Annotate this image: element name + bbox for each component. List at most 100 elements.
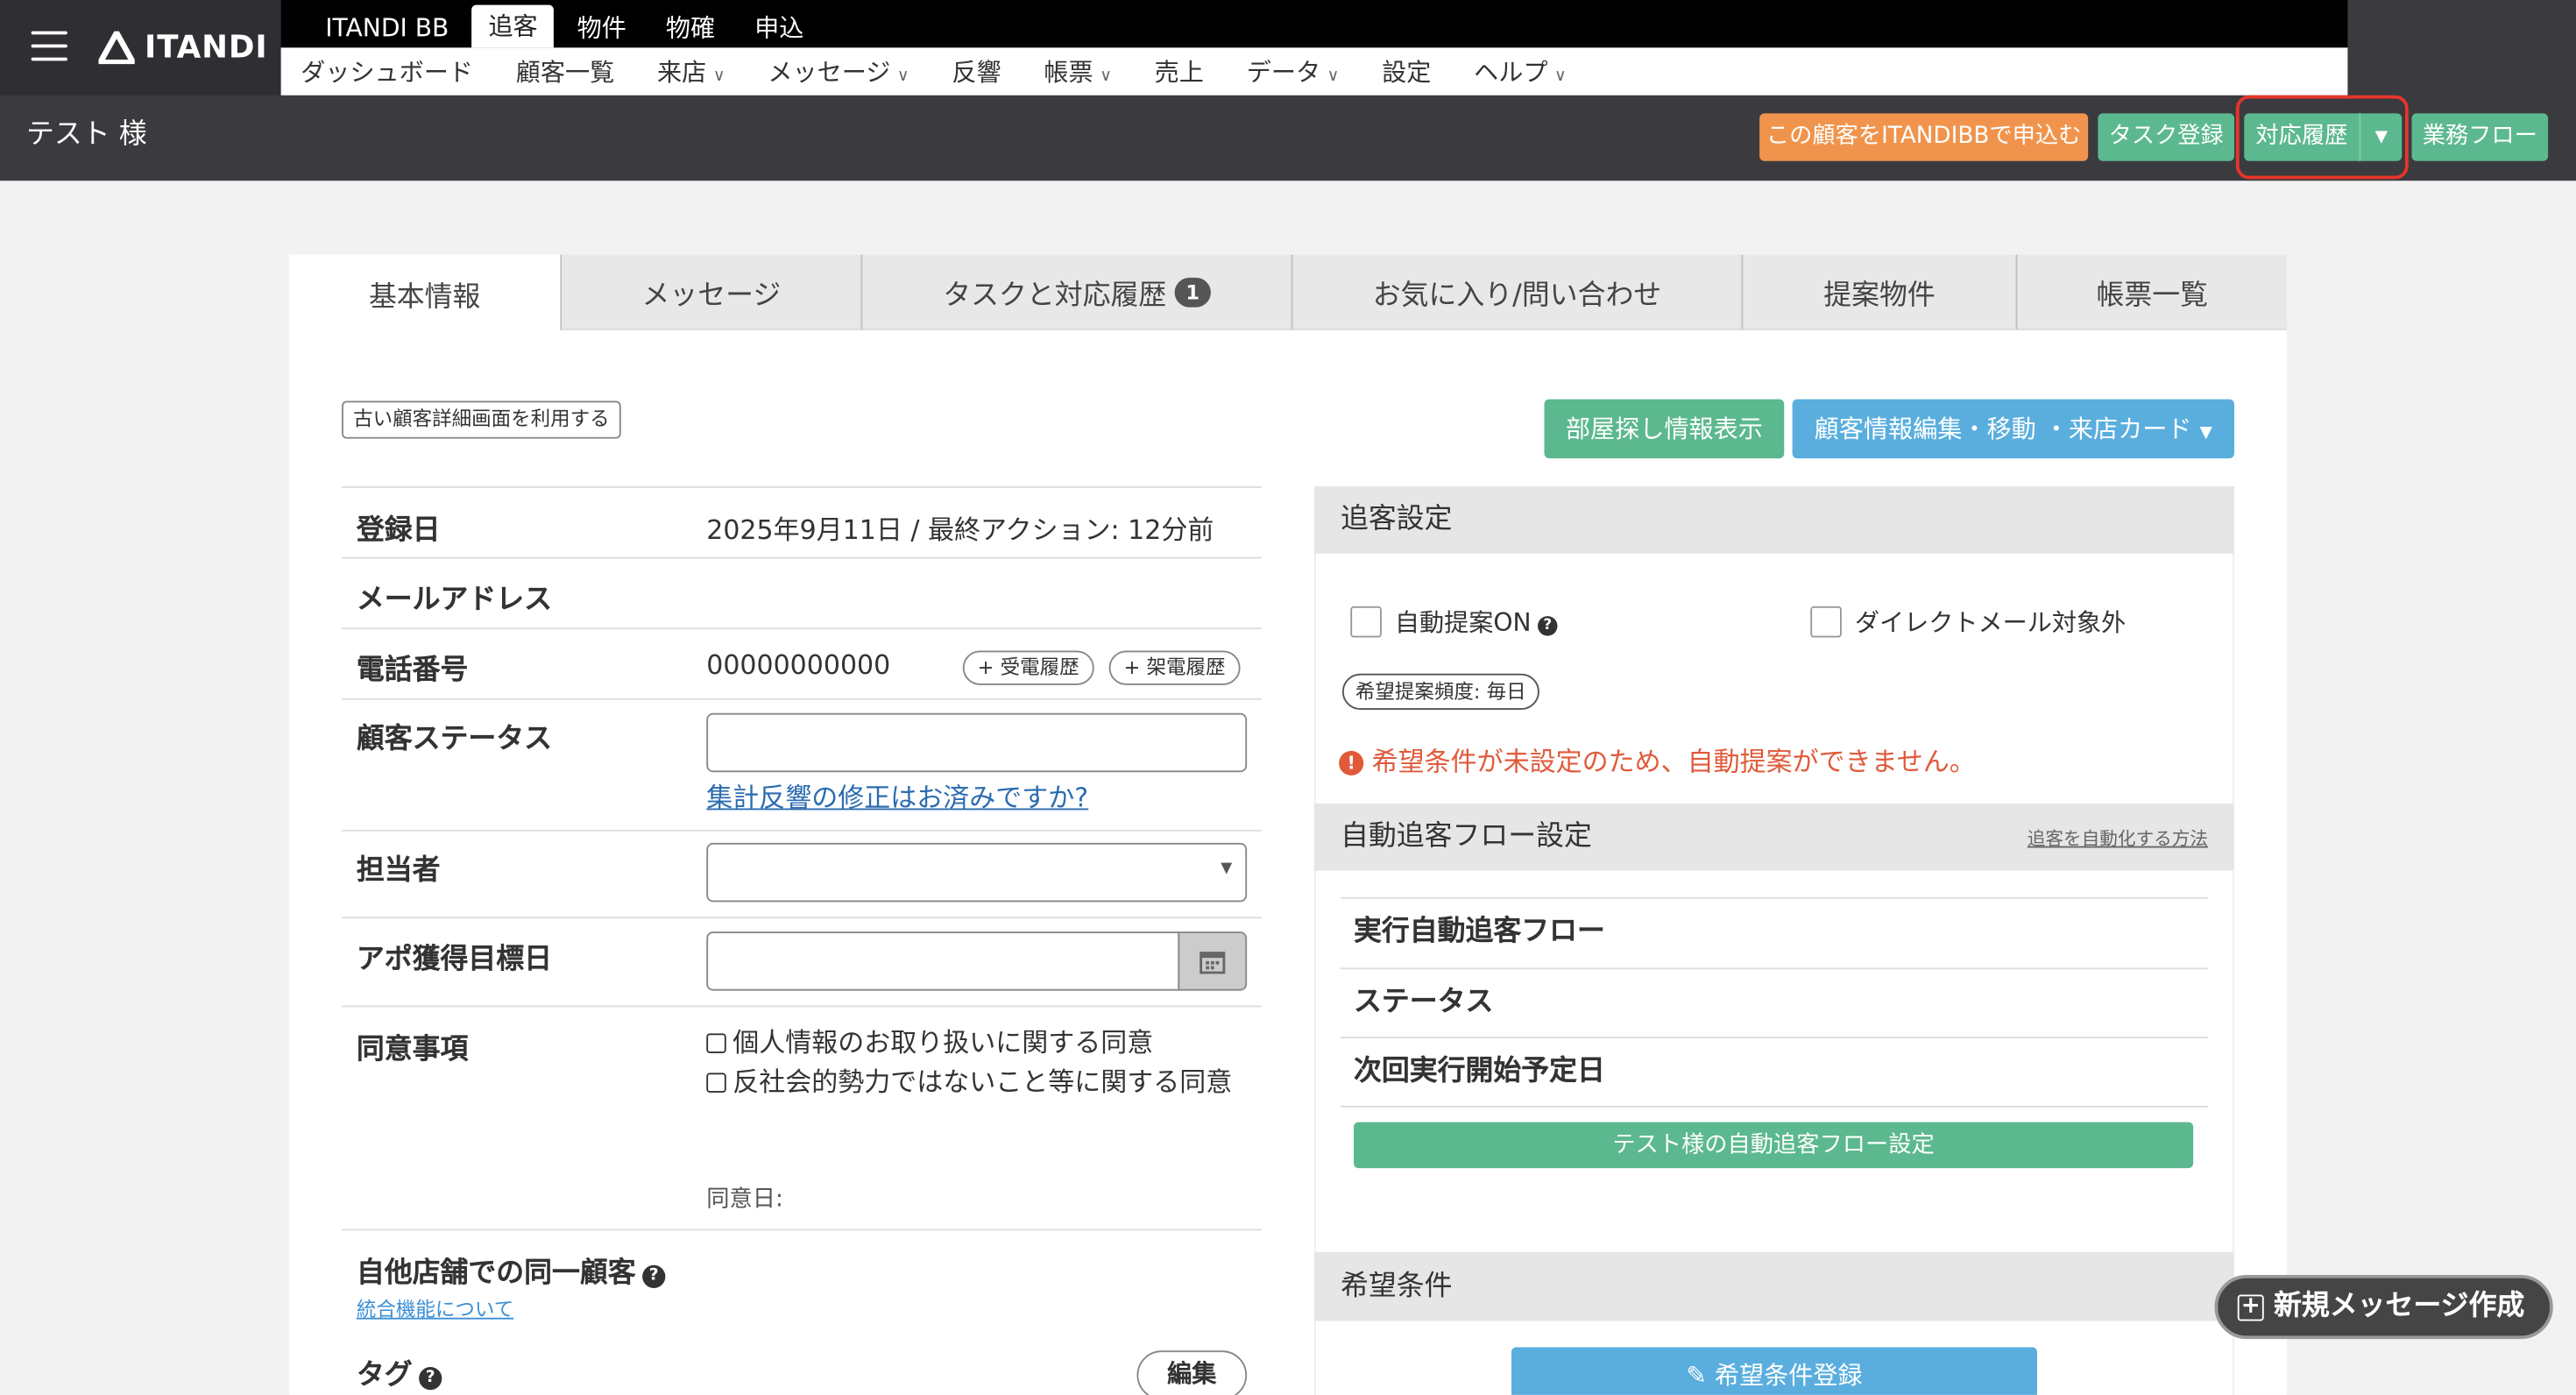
tab-basic-info[interactable]: 基本情報 bbox=[289, 254, 563, 330]
auto-suggest-option[interactable]: 自動提案ON? bbox=[1350, 605, 1558, 639]
room-search-info-button[interactable]: 部屋探し情報表示 bbox=[1544, 399, 1785, 459]
nav-response[interactable]: 反響 bbox=[952, 54, 1001, 89]
tag-row: タグ? 編集 bbox=[342, 1335, 1262, 1395]
consent-options: 個人情報のお取り扱いに関する同意 反社会的勢力ではないこと等に関する同意 bbox=[706, 1023, 1256, 1102]
incoming-call-history-button[interactable]: + 受電履歴 bbox=[962, 650, 1094, 685]
nav-visit[interactable]: 来店 ∨ bbox=[657, 54, 725, 89]
staff-row: 担当者 ▼ bbox=[342, 829, 1262, 917]
tab-tasks-history[interactable]: タスクと対応履歴 1 bbox=[862, 254, 1293, 330]
consent-antisocial[interactable]: 反社会的勢力ではないこと等に関する同意 bbox=[706, 1063, 1256, 1102]
itandi-logo-icon bbox=[98, 31, 135, 65]
apply-itandibb-button[interactable]: この顧客をITANDIBBで申込む bbox=[1759, 113, 2089, 161]
help-icon[interactable]: ? bbox=[642, 1264, 666, 1288]
workflow-button[interactable]: 業務フロー bbox=[2411, 113, 2549, 161]
chevron-down-icon: ∨ bbox=[1327, 67, 1340, 86]
checkbox[interactable] bbox=[706, 1033, 726, 1053]
caret-down-icon: ▼ bbox=[1221, 860, 1233, 878]
status-input[interactable] bbox=[706, 712, 1248, 773]
email-label: メールアドレス bbox=[356, 583, 552, 617]
nav-help[interactable]: ヘルプ ∨ bbox=[1474, 54, 1567, 89]
nav-data[interactable]: データ ∨ bbox=[1247, 54, 1340, 89]
plus-square-icon: + bbox=[2237, 1294, 2264, 1321]
staff-select[interactable]: ▼ bbox=[706, 842, 1248, 903]
tab-label: 帳票一覧 bbox=[2096, 279, 2209, 313]
checkbox[interactable] bbox=[1810, 605, 1842, 638]
register-conditions-button[interactable]: ✎ 希望条件登録 bbox=[1511, 1347, 2037, 1395]
tab-messages[interactable]: メッセージ bbox=[562, 254, 863, 330]
tracking-settings-header: 追客設定 bbox=[1314, 486, 2234, 554]
new-message-button[interactable]: + 新規メッセージ作成 bbox=[2214, 1275, 2553, 1340]
status-label: 顧客ステータス bbox=[356, 723, 552, 756]
merge-function-link[interactable]: 統合機能について bbox=[357, 1295, 513, 1323]
autoflow-title: 自動追客フロー設定 bbox=[1341, 819, 1592, 853]
nav-help-label: ヘルプ bbox=[1474, 57, 1548, 88]
nav-itandi-bb[interactable]: ITANDI BB bbox=[309, 8, 466, 47]
consent-antisocial-label: 反社会的勢力ではないこと等に関する同意 bbox=[732, 1066, 1233, 1098]
consent-label: 同意事項 bbox=[356, 1033, 469, 1066]
appointment-date-input[interactable] bbox=[706, 931, 1180, 991]
old-detail-screen-button[interactable]: 古い顧客詳細画面を利用する bbox=[342, 400, 621, 439]
task-register-button[interactable]: タスク登録 bbox=[2098, 113, 2234, 161]
logo-text: ITANDI bbox=[145, 29, 268, 66]
caret-down-icon: ▼ bbox=[2199, 423, 2212, 443]
hamburger-menu-icon[interactable] bbox=[31, 31, 67, 63]
nav-moushikomi[interactable]: 申込 bbox=[738, 8, 820, 47]
phone-value: 00000000000 bbox=[706, 648, 891, 681]
nav-dashboard[interactable]: ダッシュボード bbox=[301, 54, 473, 89]
nav-tsuikyaku[interactable]: 追客 bbox=[471, 4, 555, 48]
automate-howto-link[interactable]: 追客を自動化する方法 bbox=[2028, 805, 2208, 873]
calendar-icon[interactable] bbox=[1178, 931, 1248, 991]
product-nav: ITANDI BB 追客 物件 物確 申込 bbox=[280, 0, 2348, 48]
nav-response-label: 反響 bbox=[952, 57, 1001, 88]
tag-edit-button[interactable]: 編集 bbox=[1136, 1350, 1248, 1395]
registered-row: 登録日 2025年9月11日 / 最終アクション: 12分前 bbox=[342, 486, 1262, 557]
checkbox[interactable] bbox=[706, 1073, 726, 1093]
tab-label: お気に入り/問い合わせ bbox=[1372, 279, 1662, 313]
consent-date: 同意日: bbox=[706, 1186, 783, 1213]
nav-customer-list[interactable]: 顧客一覧 bbox=[516, 54, 615, 89]
warning-icon: ! bbox=[1339, 750, 1364, 775]
warning-message: ! 希望条件が未設定のため、自動提案ができません。 bbox=[1339, 740, 1976, 779]
direct-mail-option[interactable]: ダイレクトメール対象外 bbox=[1810, 605, 2126, 639]
tab-label: 基本情報 bbox=[368, 280, 481, 314]
autoflow-active-row: 実行自動追客フロー bbox=[1341, 896, 2208, 968]
nav-data-label: データ bbox=[1246, 57, 1321, 88]
help-icon[interactable]: ? bbox=[1538, 616, 1558, 636]
sub-nav: ダッシュボード 顧客一覧 来店 ∨ メッセージ ∨ 反響 帳票 ∨ 売上 データ ∨ 設… bbox=[280, 47, 2348, 96]
nav-forms[interactable]: 帳票 ∨ bbox=[1044, 54, 1112, 89]
nav-message[interactable]: メッセージ ∨ bbox=[768, 54, 909, 89]
tag-text: タグ bbox=[356, 1358, 413, 1392]
checkbox[interactable] bbox=[1350, 605, 1382, 638]
tab-proposed-properties[interactable]: 提案物件 bbox=[1743, 254, 2018, 330]
tab-favorites-inquiries[interactable]: お気に入り/問い合わせ bbox=[1292, 254, 1744, 330]
autoflow-header: 自動追客フロー設定 追客を自動化する方法 bbox=[1314, 803, 2234, 873]
tab-label: 提案物件 bbox=[1823, 279, 1936, 313]
consent-privacy[interactable]: 個人情報のお取り扱いに関する同意 bbox=[706, 1023, 1256, 1063]
nav-settings[interactable]: 設定 bbox=[1382, 54, 1431, 89]
autoflow-status-row: ステータス bbox=[1341, 967, 2208, 1038]
edit-customer-label: 顧客情報編集・移動 ・来店カード bbox=[1814, 414, 2192, 444]
tab-label: タスクと対応履歴 bbox=[943, 279, 1167, 313]
email-row: メールアドレス bbox=[342, 556, 1262, 628]
edit-customer-button[interactable]: 顧客情報編集・移動 ・来店カード ▼ bbox=[1792, 399, 2234, 459]
autoflow-settings-button[interactable]: テスト様の自動追客フロー設定 bbox=[1354, 1122, 2194, 1169]
nav-sales[interactable]: 売上 bbox=[1155, 54, 1204, 89]
conditions-header: 希望条件 bbox=[1314, 1251, 2234, 1321]
tab-form-list[interactable]: 帳票一覧 bbox=[2017, 254, 2287, 330]
chevron-down-icon: ∨ bbox=[712, 67, 725, 86]
nav-bukken[interactable]: 物件 bbox=[561, 8, 643, 47]
itandi-logo[interactable]: ITANDI bbox=[98, 26, 268, 69]
chevron-down-icon: ∨ bbox=[1554, 67, 1567, 86]
appointment-label: アポ獲得目標日 bbox=[356, 943, 552, 976]
help-icon[interactable]: ? bbox=[419, 1367, 442, 1391]
response-fix-link[interactable]: 集計反響の修正はお済みですか? bbox=[706, 775, 1088, 815]
appointment-row: アポ獲得目標日 bbox=[342, 917, 1262, 1005]
nav-settings-label: 設定 bbox=[1382, 57, 1432, 88]
outgoing-call-history-button[interactable]: + 架電履歴 bbox=[1108, 650, 1241, 685]
warning-text: 希望条件が未設定のため、自動提案ができません。 bbox=[1371, 746, 1976, 777]
consent-privacy-label: 個人情報のお取り扱いに関する同意 bbox=[732, 1026, 1154, 1059]
nav-bukkaku[interactable]: 物確 bbox=[649, 8, 732, 47]
nav-message-label: メッセージ bbox=[768, 57, 891, 88]
registered-value: 2025年9月11日 / 最終アクション: 12分前 bbox=[706, 513, 1214, 546]
auto-suggest-label: 自動提案ON bbox=[1394, 607, 1532, 638]
